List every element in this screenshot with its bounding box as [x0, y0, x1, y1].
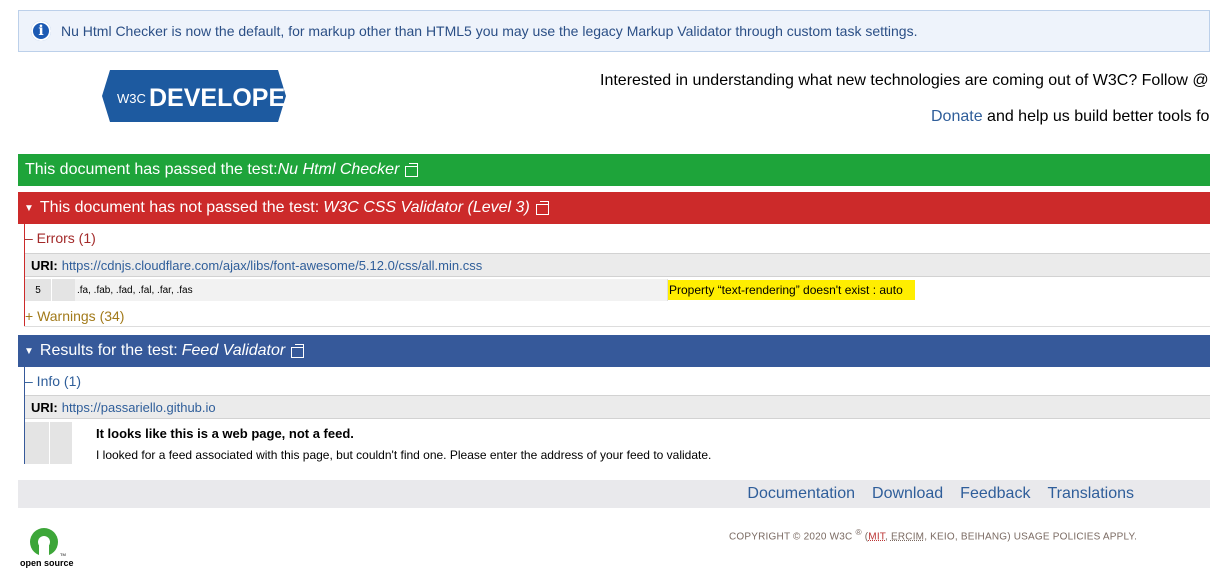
copyright-rest: , KEIO, BEIHANG) USAGE POLICIES APPLY. — [924, 531, 1138, 543]
header-donate-line: Donate and help us build better tools fo — [931, 108, 1210, 126]
feed-info-text: It looks like this is a web page, not a … — [96, 426, 711, 462]
nu-result-prefix: This document has passed the test: — [25, 161, 278, 178]
feed-info-row: It looks like this is a web page, not a … — [25, 422, 1210, 464]
nu-checker-link[interactable]: Nu Html Checker — [278, 161, 400, 179]
error-line-number: 5 — [25, 279, 51, 301]
caret-down-icon[interactable]: ▼ — [24, 346, 34, 357]
external-window-icon[interactable] — [535, 200, 549, 215]
info-icon: i — [31, 21, 51, 41]
header-donate-rest: and help us build better tools fo — [982, 108, 1210, 125]
css-uri-link[interactable]: https://cdnjs.cloudflare.com/ajax/libs/f… — [62, 258, 483, 273]
feed-info-body: I looked for a feed associated with this… — [96, 448, 712, 462]
error-row: 5 .fa, .fab, .fad, .fal, .far, .fas Prop… — [25, 279, 1210, 301]
donate-link[interactable]: Donate — [931, 108, 983, 125]
uri-label: URI: — [31, 399, 58, 415]
feed-gutter-cell — [25, 422, 49, 464]
registered-mark: ® — [855, 527, 862, 537]
external-window-icon[interactable] — [291, 343, 305, 358]
nu-checker-result-bar[interactable]: This document has passed the test: Nu Ht… — [18, 154, 1210, 186]
error-column-cell — [51, 279, 75, 301]
feed-uri-row: URI: https://passariello.github.io — [25, 395, 1210, 419]
copyright-prefix: COPYRIGHT © 2020 W3C — [729, 531, 853, 543]
feed-validator-link[interactable]: Feed Validator — [182, 342, 285, 360]
open-source-text: open source — [20, 558, 74, 568]
header-follow-text: Interested in understanding what new tec… — [600, 72, 1209, 89]
feed-validator-result-bar[interactable]: ▼ Results for the test: Feed Validator — [18, 335, 1210, 367]
translations-link[interactable]: Translations — [1047, 485, 1134, 503]
logo-word-text: DEVELOPERS — [149, 84, 286, 112]
banner-text: Nu Html Checker is now the default, for … — [61, 23, 918, 39]
documentation-link[interactable]: Documentation — [747, 485, 855, 503]
error-selector: .fa, .fab, .fad, .fal, .far, .fas — [75, 279, 667, 301]
warnings-toggle[interactable]: + Warnings (34) — [25, 308, 124, 324]
info-banner: i Nu Html Checker is now the default, fo… — [18, 10, 1210, 52]
errors-toggle[interactable]: – Errors (1) — [25, 230, 96, 246]
caret-down-icon[interactable]: ▼ — [24, 203, 34, 214]
feed-uri-link[interactable]: https://passariello.github.io — [62, 400, 216, 415]
footer-nav: Documentation Download Feedback Translat… — [18, 480, 1210, 508]
feed-gutter-cell — [50, 422, 72, 464]
divider — [24, 326, 1210, 327]
copyright-notice: COPYRIGHT © 2020 W3C ® (MIT, ERCIM, KEIO… — [729, 527, 1137, 542]
uri-label: URI: — [31, 257, 58, 273]
css-uri-row: URI: https://cdnjs.cloudflare.com/ajax/l… — [25, 253, 1210, 277]
external-window-icon[interactable] — [405, 162, 419, 177]
logo-w3c-text: W3C — [117, 91, 146, 106]
download-link[interactable]: Download — [872, 485, 943, 503]
mit-link[interactable]: MIT — [868, 531, 885, 542]
feedback-link[interactable]: Feedback — [960, 485, 1030, 503]
w3c-developers-logo[interactable]: W3C DEVELOPERS — [102, 70, 286, 122]
css-result-prefix: This document has not passed the test: — [39, 199, 320, 216]
error-message: Property “text-rendering” doesn't exist … — [668, 280, 915, 300]
css-validator-link[interactable]: W3C CSS Validator (Level 3) — [323, 199, 530, 217]
css-validator-result-bar[interactable]: ▼ This document has not passed the test:… — [18, 192, 1210, 224]
info-toggle[interactable]: – Info (1) — [25, 373, 81, 389]
feed-result-prefix: Results for the test: — [39, 342, 178, 359]
error-message-cell: Property “text-rendering” doesn't exist … — [667, 279, 1210, 301]
feed-info-title: It looks like this is a web page, not a … — [96, 426, 354, 441]
ercim-link[interactable]: ERCIM — [891, 531, 924, 542]
svg-text:TM: TM — [60, 552, 66, 557]
